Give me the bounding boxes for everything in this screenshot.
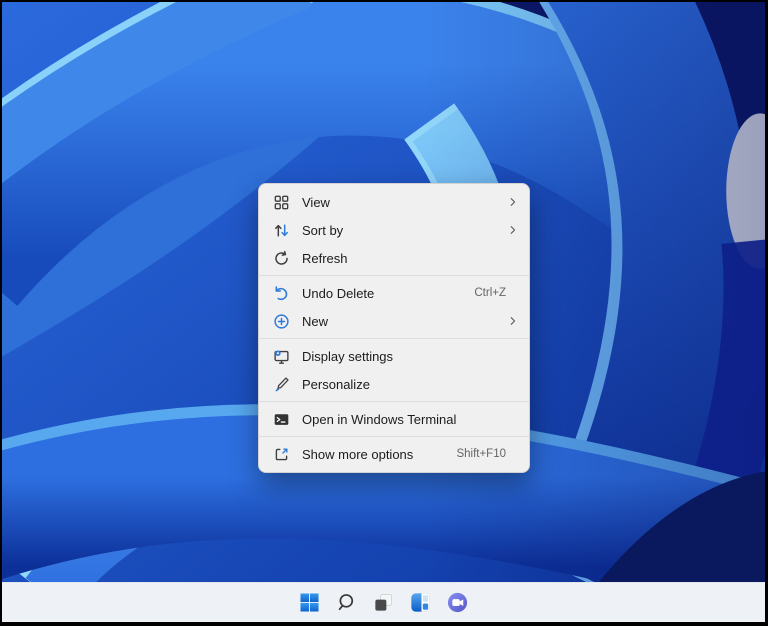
menu-item-sort-by[interactable]: Sort by [259, 216, 529, 244]
menu-item-label: View [302, 194, 330, 210]
menu-item-label: Refresh [302, 250, 348, 266]
windows-logo-icon [298, 591, 321, 614]
menu-separator [259, 436, 529, 437]
sort-arrows-icon [273, 222, 290, 239]
menu-item-refresh[interactable]: Refresh [259, 244, 529, 272]
refresh-icon [273, 250, 290, 267]
menu-item-show-more-options[interactable]: Show more options Shift+F10 [259, 440, 529, 468]
personalize-brush-icon [273, 376, 290, 393]
menu-item-label: Show more options [302, 446, 414, 462]
menu-item-shortcut: Shift+F10 [456, 448, 506, 460]
menu-item-label: Open in Windows Terminal [302, 411, 457, 427]
taskbar [2, 582, 765, 622]
chevron-right-icon [506, 314, 520, 328]
search-button[interactable] [330, 586, 363, 619]
menu-item-label: Sort by [302, 222, 344, 238]
show-more-options-icon [273, 446, 290, 463]
widgets-button[interactable] [404, 586, 437, 619]
undo-icon [273, 285, 290, 302]
menu-item-label: Personalize [302, 376, 370, 392]
search-icon [335, 591, 358, 614]
menu-separator [259, 275, 529, 276]
view-grid-icon [273, 194, 290, 211]
menu-item-label: Undo Delete [302, 285, 375, 301]
menu-item-open-in-windows-terminal[interactable]: Open in Windows Terminal [259, 405, 529, 433]
menu-separator [259, 338, 529, 339]
chevron-right-icon [506, 195, 520, 209]
menu-item-personalize[interactable]: Personalize [259, 370, 529, 398]
task-view-icon [372, 591, 395, 614]
start-button[interactable] [293, 586, 326, 619]
screenshot-frame: View Sort by Refresh Undo Delete Ctrl+Z New Di… [0, 0, 768, 626]
task-view-button[interactable] [367, 586, 400, 619]
windows-terminal-icon [273, 411, 290, 428]
menu-item-label: Display settings [302, 348, 394, 364]
menu-separator [259, 401, 529, 402]
menu-item-shortcut: Ctrl+Z [474, 287, 506, 299]
menu-item-label: New [302, 313, 329, 329]
chevron-right-icon [506, 223, 520, 237]
desktop-context-menu: View Sort by Refresh Undo Delete Ctrl+Z New Di… [258, 183, 530, 473]
menu-item-new[interactable]: New [259, 307, 529, 335]
menu-item-display-settings[interactable]: Display settings [259, 342, 529, 370]
menu-item-view[interactable]: View [259, 188, 529, 216]
new-item-icon [273, 313, 290, 330]
display-settings-icon [273, 348, 290, 365]
menu-item-undo-delete[interactable]: Undo Delete Ctrl+Z [259, 279, 529, 307]
chat-button[interactable] [441, 586, 474, 619]
widgets-icon [409, 591, 432, 614]
desktop[interactable]: View Sort by Refresh Undo Delete Ctrl+Z New Di… [2, 2, 765, 622]
teams-chat-icon [446, 591, 469, 614]
